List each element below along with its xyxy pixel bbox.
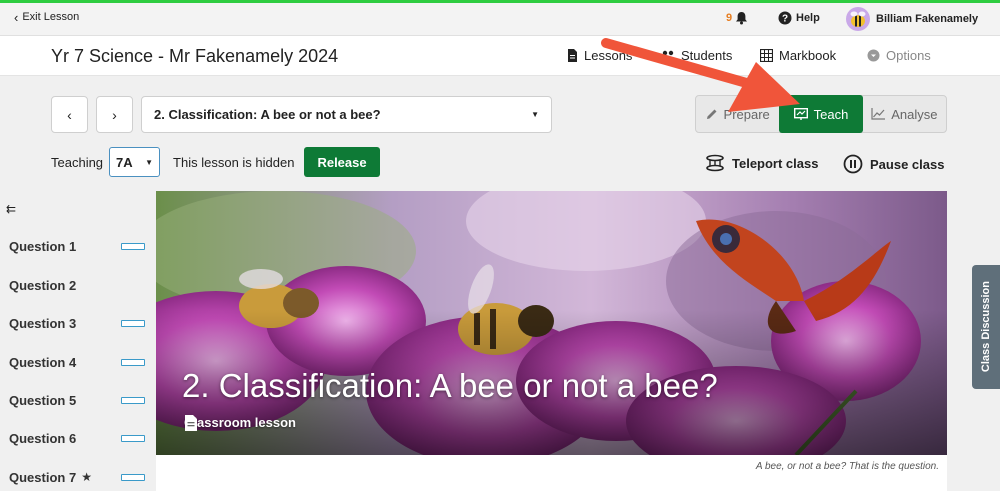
- nav-markbook[interactable]: Markbook: [760, 48, 836, 63]
- lesson-toolbar: ‹ › 2. Classification: A bee or not a be…: [0, 76, 1000, 191]
- chevron-right-icon: ›: [112, 106, 117, 123]
- chevron-left-icon: ‹: [67, 106, 72, 123]
- progress-indicator: [121, 319, 145, 327]
- nav-students-label: Students: [681, 48, 733, 63]
- grid-icon: [760, 49, 773, 62]
- lesson-type: Classroom lesson: [184, 415, 296, 431]
- lesson-select-value: 2. Classification: A bee or not a bee?: [154, 107, 381, 122]
- tab-prepare-label: Prepare: [723, 106, 770, 122]
- pause-class-button[interactable]: Pause class: [843, 154, 944, 174]
- lesson-hero: 2. Classification: A bee or not a bee? C…: [156, 191, 947, 455]
- pause-class-label: Pause class: [870, 156, 945, 172]
- bee-avatar-icon: [850, 11, 866, 27]
- progress-indicator: [121, 473, 145, 481]
- whiteboard-icon: [793, 108, 808, 120]
- progress-indicator: [121, 434, 145, 442]
- sidebar-item-label: Question 2: [9, 277, 77, 293]
- document-icon: [568, 49, 577, 62]
- nav-lessons[interactable]: Lessons: [567, 48, 632, 63]
- sidebar-item-question-3[interactable]: Question 3: [9, 313, 145, 333]
- next-lesson-button[interactable]: ›: [96, 96, 133, 133]
- lesson-type-label: Classroom lesson: [184, 415, 296, 430]
- tab-analyse[interactable]: Analyse: [863, 96, 946, 132]
- bell-icon: [736, 12, 748, 25]
- hero-title: 2. Classification: A bee or not a bee?: [182, 367, 718, 404]
- tab-teach-label: Teach: [813, 106, 849, 122]
- nav-options[interactable]: Options: [867, 48, 931, 63]
- tab-prepare[interactable]: Prepare: [696, 96, 779, 132]
- help-button[interactable]: ? Help: [778, 11, 820, 25]
- sidebar-item-question-6[interactable]: Question 6: [9, 428, 145, 448]
- sidebar-item-question-1[interactable]: Question 1: [9, 236, 145, 256]
- previous-lesson-button[interactable]: ‹: [51, 96, 88, 133]
- sidebar-item-label: Question 5: [9, 392, 77, 408]
- chevron-left-icon: ‹: [14, 9, 19, 25]
- help-label: Help: [796, 12, 820, 24]
- exit-lesson-label: Exit Lesson: [22, 11, 80, 23]
- user-name: Billiam Fakenamely: [876, 13, 979, 25]
- notifications-button[interactable]: 9: [726, 11, 748, 25]
- students-icon: [661, 50, 675, 61]
- tab-teach[interactable]: Teach: [779, 95, 863, 133]
- image-caption: A bee, or not a bee? That is the questio…: [755, 461, 939, 472]
- top-bar: ‹ Exit Lesson 9 ? Help Billiam Fakenamel…: [0, 0, 1000, 36]
- lesson-content: 2. Classification: A bee or not a bee? C…: [156, 191, 947, 491]
- teleport-class-button[interactable]: Teleport class: [705, 154, 818, 172]
- hidden-status-text: This lesson is hidden: [173, 154, 295, 170]
- sidebar-item-label: Question 1: [9, 238, 77, 254]
- mode-switcher: Prepare Teach Analyse: [695, 95, 947, 133]
- teaching-controls: Teaching 7A ▼ This lesson is hidden Rele…: [51, 147, 380, 177]
- sidebar-item-question-4[interactable]: Question 4: [9, 352, 145, 372]
- sidebar-item-label: Question 3: [9, 315, 77, 331]
- user-menu[interactable]: Billiam Fakenamely: [846, 7, 978, 31]
- class-discussion-tab[interactable]: Class Discussion: [972, 265, 1000, 389]
- document-icon: [185, 415, 197, 431]
- sidebar-item-label: Question 4: [9, 354, 77, 370]
- progress-indicator: [121, 242, 145, 250]
- nav-students[interactable]: Students: [661, 48, 732, 63]
- progress-indicator: [121, 396, 145, 404]
- avatar: [846, 7, 870, 31]
- course-header: Yr 7 Science - Mr Fakenamely 2024 Lesson…: [0, 36, 1000, 76]
- exit-lesson-link[interactable]: ‹ Exit Lesson: [14, 9, 80, 25]
- pencil-icon: [706, 109, 717, 119]
- nav-lessons-label: Lessons: [584, 48, 633, 63]
- notification-count: 9: [726, 12, 733, 24]
- help-icon: ?: [778, 11, 792, 25]
- collapse-sidebar-icon[interactable]: ⇇: [6, 202, 16, 216]
- teleport-icon: [706, 154, 724, 172]
- class-select-value: 7A: [116, 154, 133, 170]
- release-button[interactable]: Release: [304, 147, 380, 177]
- star-icon: ★: [81, 470, 92, 484]
- tab-analyse-label: Analyse: [891, 106, 938, 122]
- sidebar-item-label: Question 7: [9, 469, 77, 485]
- line-chart-icon: [871, 108, 886, 120]
- nav-markbook-label: Markbook: [779, 48, 837, 63]
- page-title: Yr 7 Science - Mr Fakenamely 2024: [51, 46, 339, 66]
- class-select[interactable]: 7A ▼: [109, 147, 161, 177]
- class-discussion-label: Class Discussion: [980, 281, 992, 373]
- progress-indicator: [121, 358, 145, 366]
- caret-down-icon: ▼: [145, 157, 154, 167]
- teleport-class-label: Teleport class: [732, 155, 819, 171]
- sidebar-item-question-2[interactable]: Question 2: [9, 275, 145, 295]
- pause-icon: [843, 154, 863, 174]
- gear-icon: [867, 49, 880, 62]
- nav-options-label: Options: [886, 48, 931, 63]
- svg-text:?: ?: [782, 14, 788, 25]
- sidebar-item-question-5[interactable]: Question 5: [9, 390, 145, 410]
- sidebar-item-question-7[interactable]: Question 7 ★: [9, 467, 145, 487]
- sidebar-item-label: Question 6: [9, 430, 77, 446]
- caret-down-icon: ▼: [531, 110, 539, 119]
- question-sidebar: ⇇ Question 1 Question 2 Question 3 Quest…: [0, 191, 155, 491]
- lesson-select[interactable]: 2. Classification: A bee or not a bee? ▼: [141, 96, 552, 133]
- teaching-label: Teaching: [51, 154, 104, 170]
